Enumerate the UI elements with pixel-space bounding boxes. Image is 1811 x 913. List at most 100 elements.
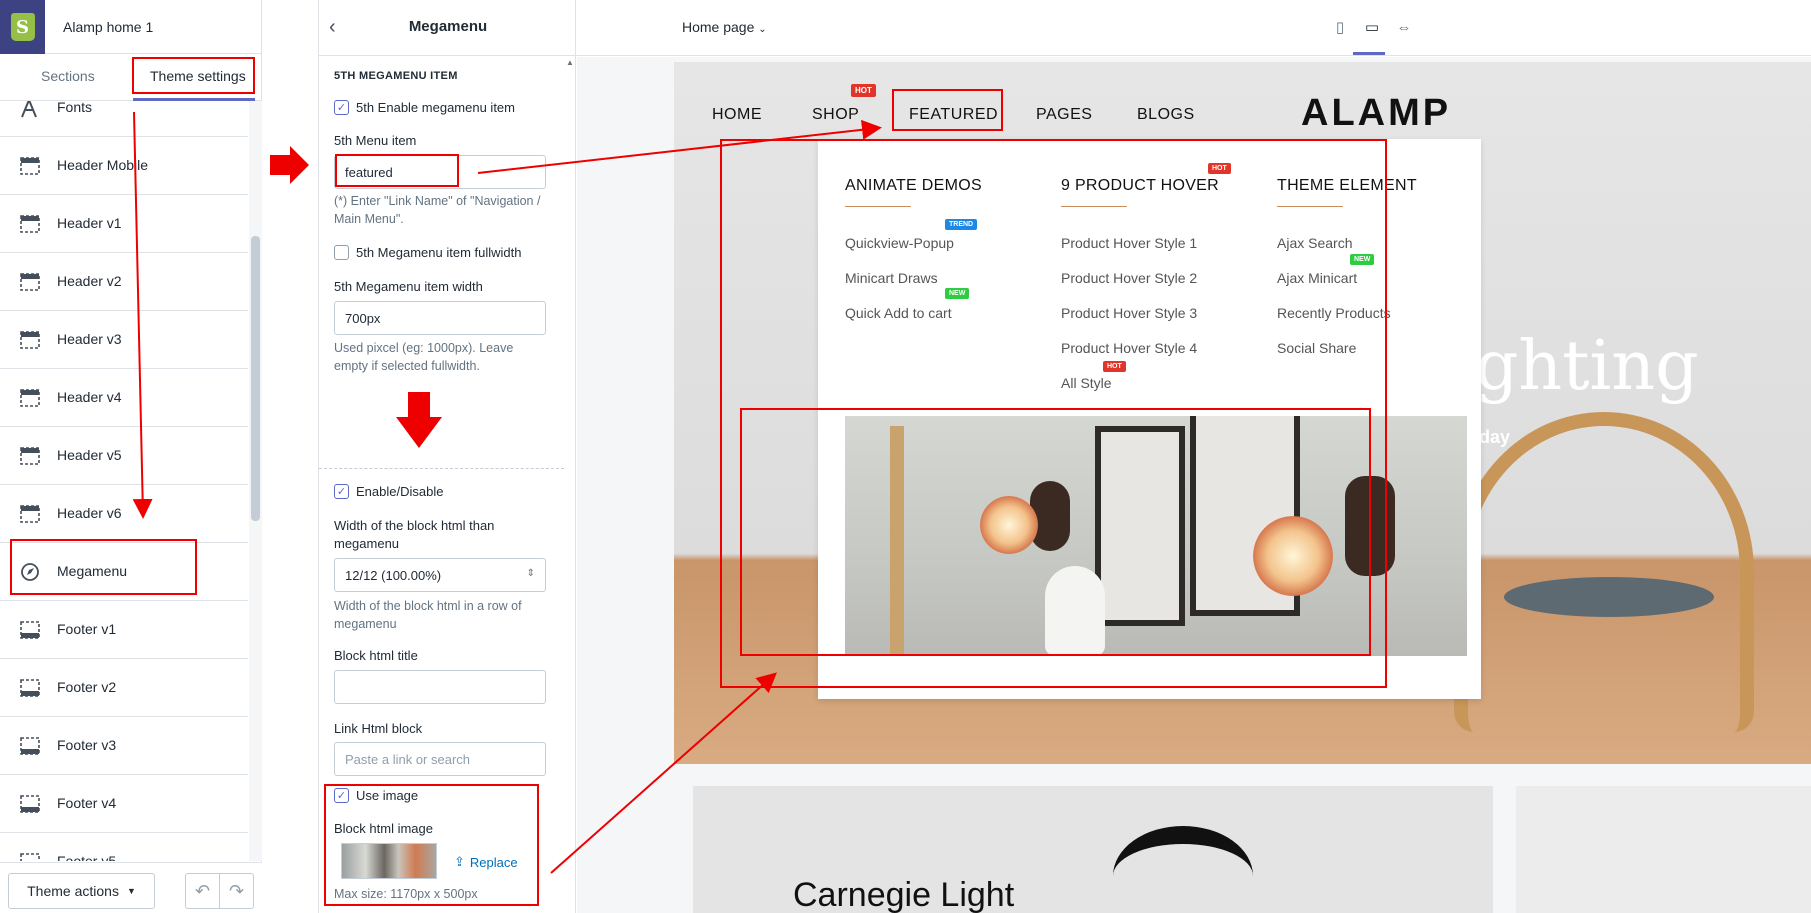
sidebar-item-label: Header v3 bbox=[57, 331, 122, 347]
undo-icon[interactable]: ↶ bbox=[186, 874, 219, 908]
sidebar-item-header-v5[interactable]: Header v5 bbox=[0, 427, 248, 485]
select-arrows-icon: ⇕ bbox=[526, 568, 535, 579]
sidebar-item-label: Header v1 bbox=[57, 215, 122, 231]
scrollbar-thumb[interactable] bbox=[251, 236, 260, 521]
enable-disable-checkbox[interactable]: ✓ bbox=[334, 484, 349, 499]
caret-down-icon: ▼ bbox=[126, 886, 136, 896]
sidebar-item-footer-v3[interactable]: Footer v3 bbox=[0, 717, 248, 775]
header-layout-icon bbox=[20, 447, 40, 465]
tab-sections[interactable]: Sections bbox=[41, 68, 95, 84]
preview-toolbar: Home page ⌄ ▯ ▭ ⇔ bbox=[577, 0, 1811, 56]
nav-blogs[interactable]: BLOGS bbox=[1137, 106, 1195, 124]
highlight-menu-item-input bbox=[335, 154, 459, 187]
theme-editor: S Alamp home 1 Sections Theme settings F… bbox=[0, 0, 1811, 913]
highlight-theme-settings bbox=[132, 57, 255, 94]
fullwidth-label: 5th Megamenu item fullwidth bbox=[356, 245, 522, 260]
item-width-label: 5th Megamenu item width bbox=[334, 279, 483, 294]
block-title-input[interactable] bbox=[334, 670, 546, 704]
sidebar-item-header-v3[interactable]: Header v3 bbox=[0, 311, 248, 369]
panel-scrollbar[interactable]: ▲ bbox=[564, 56, 577, 913]
settings-list: Fonts Header Mobile Header v1 Header v2 … bbox=[0, 101, 248, 861]
enable-item-checkbox[interactable]: ✓ bbox=[334, 100, 349, 115]
sidebar-item-footer-v2[interactable]: Footer v2 bbox=[0, 659, 248, 717]
block-width-help: Width of the block html in a row of mega… bbox=[334, 599, 522, 631]
sidebar-item-header-v4[interactable]: Header v4 bbox=[0, 369, 248, 427]
section-divider bbox=[319, 468, 564, 469]
nav-pages[interactable]: PAGES bbox=[1036, 106, 1092, 124]
sidebar-item-label: Fonts bbox=[57, 101, 93, 115]
fullwidth-checkbox[interactable] bbox=[334, 245, 349, 260]
nav-home[interactable]: HOME bbox=[712, 106, 762, 124]
footer-layout-icon bbox=[20, 621, 40, 639]
section-heading: 5TH MEGAMENU ITEM bbox=[334, 70, 458, 82]
store-nav: HOME SHOP FEATURED PAGES BLOGS bbox=[674, 98, 1374, 134]
sidebar-item-label: Footer v5 bbox=[57, 853, 117, 861]
wall-lamp-graphic bbox=[1113, 826, 1253, 913]
sidebar-header: S Alamp home 1 bbox=[0, 0, 262, 54]
block-width-select[interactable]: 12/12 (100.00%) ⇕ bbox=[334, 558, 546, 592]
theme-actions-button[interactable]: Theme actions ▼ bbox=[8, 873, 155, 909]
sidebar-item-label: Header Mobile bbox=[57, 157, 149, 173]
sidebar-item-label: Header v5 bbox=[57, 447, 122, 463]
fullwidth-row[interactable]: 5th Megamenu item fullwidth bbox=[334, 245, 521, 260]
fullscreen-view-icon[interactable]: ⇔ bbox=[1395, 18, 1413, 36]
sidebar-item-label: Footer v2 bbox=[57, 679, 117, 695]
store-name: Alamp home 1 bbox=[63, 19, 154, 35]
menu-item-help: (*) Enter "Link Name" of "Navigation / M… bbox=[334, 194, 541, 226]
sidebar-item-footer-v4[interactable]: Footer v4 bbox=[0, 775, 248, 833]
shopify-logo[interactable]: S bbox=[0, 0, 45, 54]
nav-shop[interactable]: SHOP bbox=[812, 106, 859, 124]
block-title-label: Block html title bbox=[334, 648, 418, 663]
sidebar-item-header-v6[interactable]: Header v6 bbox=[0, 485, 248, 543]
highlight-featured-nav bbox=[892, 89, 1003, 131]
footer-layout-icon bbox=[20, 795, 40, 813]
page-selector[interactable]: Home page ⌄ bbox=[682, 19, 767, 35]
theme-actions-label: Theme actions bbox=[27, 883, 119, 899]
theme-sidebar: S Alamp home 1 Sections Theme settings F… bbox=[0, 0, 262, 913]
header-layout-icon bbox=[20, 331, 40, 349]
enable-item-label: 5th Enable megamenu item bbox=[356, 100, 515, 115]
header-layout-icon bbox=[20, 389, 40, 407]
sidebar-item-footer-v5[interactable]: Footer v5 bbox=[0, 833, 248, 861]
undo-redo-group: ↶ ↷ bbox=[185, 873, 254, 909]
scroll-up-icon[interactable]: ▲ bbox=[566, 58, 574, 67]
sidebar-item-label: Footer v4 bbox=[57, 795, 117, 811]
footer-layout-icon bbox=[20, 737, 40, 755]
enable-item-row[interactable]: ✓ 5th Enable megamenu item bbox=[334, 100, 515, 115]
sidebar-item-fonts[interactable]: Fonts bbox=[0, 101, 248, 137]
block-width-value: 12/12 (100.00%) bbox=[345, 567, 442, 583]
redo-icon[interactable]: ↷ bbox=[219, 874, 253, 908]
sidebar-item-footer-v1[interactable]: Footer v1 bbox=[0, 601, 248, 659]
sidebar-item-header-mobile[interactable]: Header Mobile bbox=[0, 137, 248, 195]
sidebar-item-label: Header v2 bbox=[57, 273, 122, 289]
banner-title: Carnegie Light bbox=[793, 876, 1015, 913]
header-layout-icon bbox=[20, 273, 40, 291]
footer-layout-icon bbox=[20, 679, 40, 697]
device-switcher: ▯ ▭ ⇔ bbox=[1331, 18, 1413, 37]
panel-header: ‹ Megamenu bbox=[319, 0, 577, 56]
enable-disable-label: Enable/Disable bbox=[356, 484, 444, 499]
chevron-down-icon: ⌄ bbox=[758, 24, 767, 35]
mobile-view-icon[interactable]: ▯ bbox=[1331, 18, 1349, 36]
sidebar-item-label: Footer v3 bbox=[57, 737, 117, 753]
store-logo[interactable]: ALAMP bbox=[1301, 92, 1451, 135]
highlight-block-image bbox=[740, 408, 1371, 656]
link-block-label: Link Html block bbox=[334, 721, 423, 736]
link-block-input[interactable]: Paste a link or search bbox=[334, 742, 546, 776]
page-selector-label: Home page bbox=[682, 19, 755, 35]
enable-disable-row[interactable]: ✓ Enable/Disable bbox=[334, 484, 443, 499]
header-layout-icon bbox=[20, 157, 40, 175]
sidebar-item-header-v1[interactable]: Header v1 bbox=[0, 195, 248, 253]
highlight-use-image bbox=[324, 784, 539, 906]
footer-layout-icon bbox=[20, 853, 40, 861]
sidebar-scrollbar[interactable] bbox=[249, 101, 262, 861]
sidebar-item-header-v2[interactable]: Header v2 bbox=[0, 253, 248, 311]
nav-hot-badge: HOT bbox=[851, 84, 876, 97]
desktop-view-icon[interactable]: ▭ bbox=[1363, 18, 1381, 36]
shopify-bag-icon: S bbox=[10, 13, 35, 41]
product-banner bbox=[1516, 786, 1811, 913]
font-icon bbox=[21, 101, 37, 118]
item-width-input[interactable]: 700px bbox=[334, 301, 546, 335]
panel-title: Megamenu bbox=[408, 18, 488, 35]
settings-panel: ‹ Megamenu ▲ 5TH MEGAMENU ITEM ✓ 5th Ena… bbox=[318, 0, 577, 913]
